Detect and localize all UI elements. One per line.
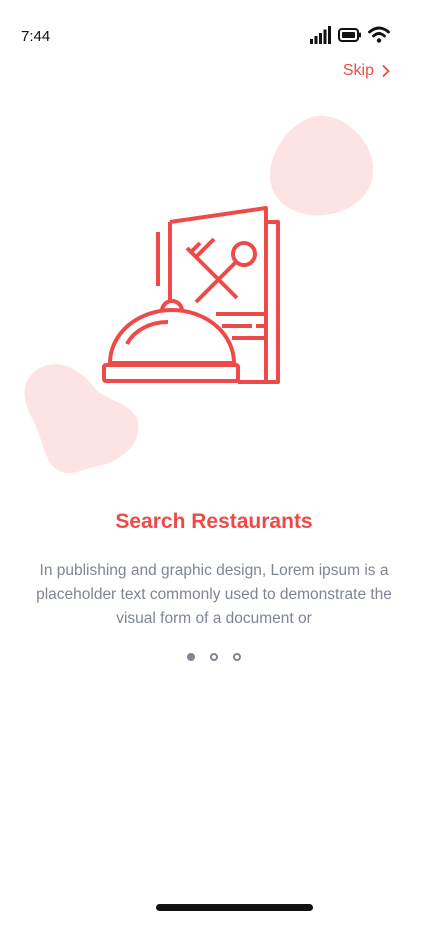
menu-cloche-icon	[102, 206, 280, 384]
chevron-right-icon	[382, 65, 390, 77]
onboarding-description: In publishing and graphic design, Lorem …	[36, 562, 392, 627]
onboarding-screen: 7:44 Skip Search Restaurants In publishi…	[0, 0, 428, 926]
status-icons	[310, 25, 390, 49]
page-dot-1[interactable]	[187, 653, 195, 661]
wifi-icon	[368, 26, 390, 48]
onboarding-title: Search Restaurants	[115, 510, 313, 533]
home-indicator[interactable]	[156, 904, 313, 911]
signal-icon	[310, 25, 332, 49]
battery-icon	[338, 27, 362, 47]
skip-button[interactable]: Skip	[343, 62, 390, 80]
status-bar: 7:44	[0, 0, 428, 60]
skip-label: Skip	[342, 62, 374, 79]
onboarding-illustration	[0, 100, 428, 490]
page-dot-3[interactable]	[233, 653, 241, 661]
page-dot-2[interactable]	[210, 653, 218, 661]
status-time: 7:44	[21, 28, 51, 45]
page-indicator	[0, 653, 428, 661]
blob-top-right	[270, 115, 373, 216]
